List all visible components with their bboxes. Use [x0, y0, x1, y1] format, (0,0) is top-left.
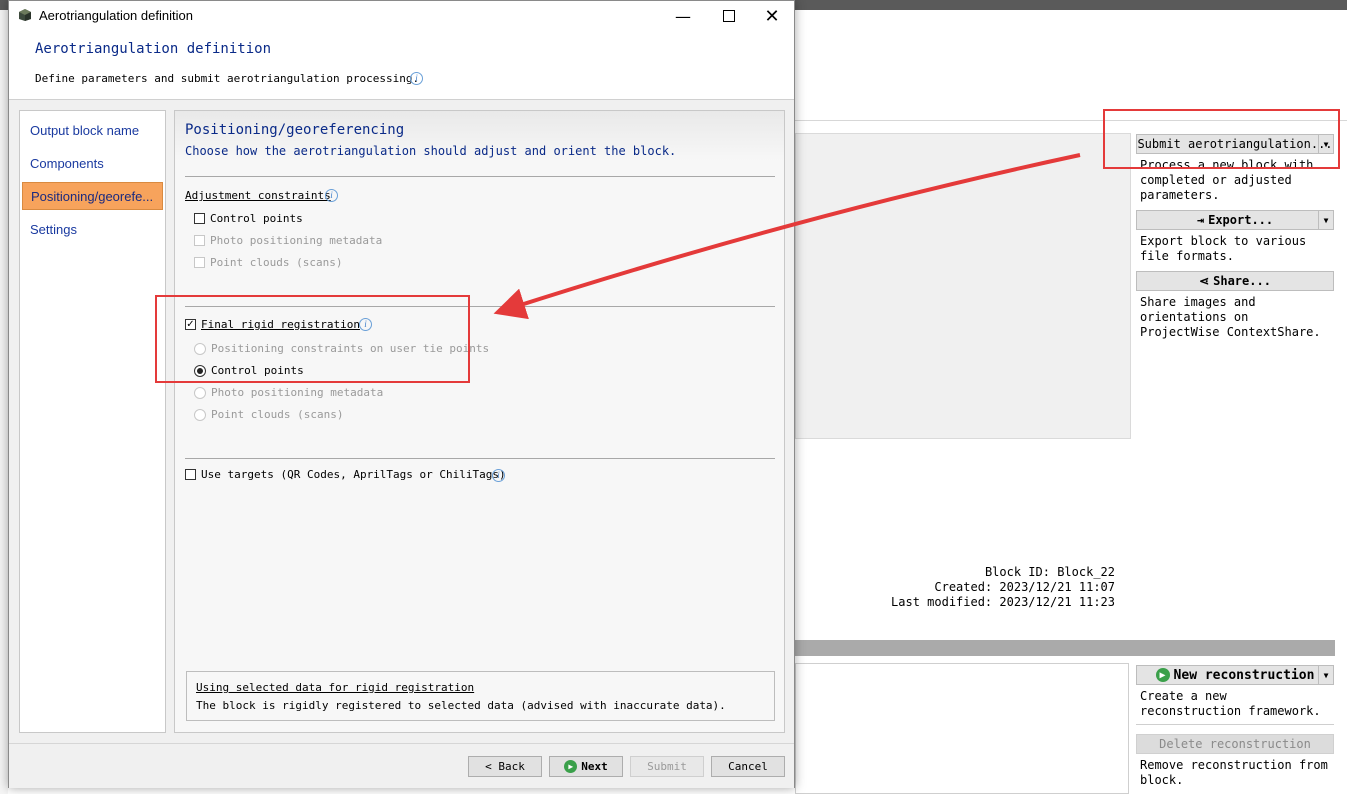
annotation-arrow [493, 153, 1081, 320]
